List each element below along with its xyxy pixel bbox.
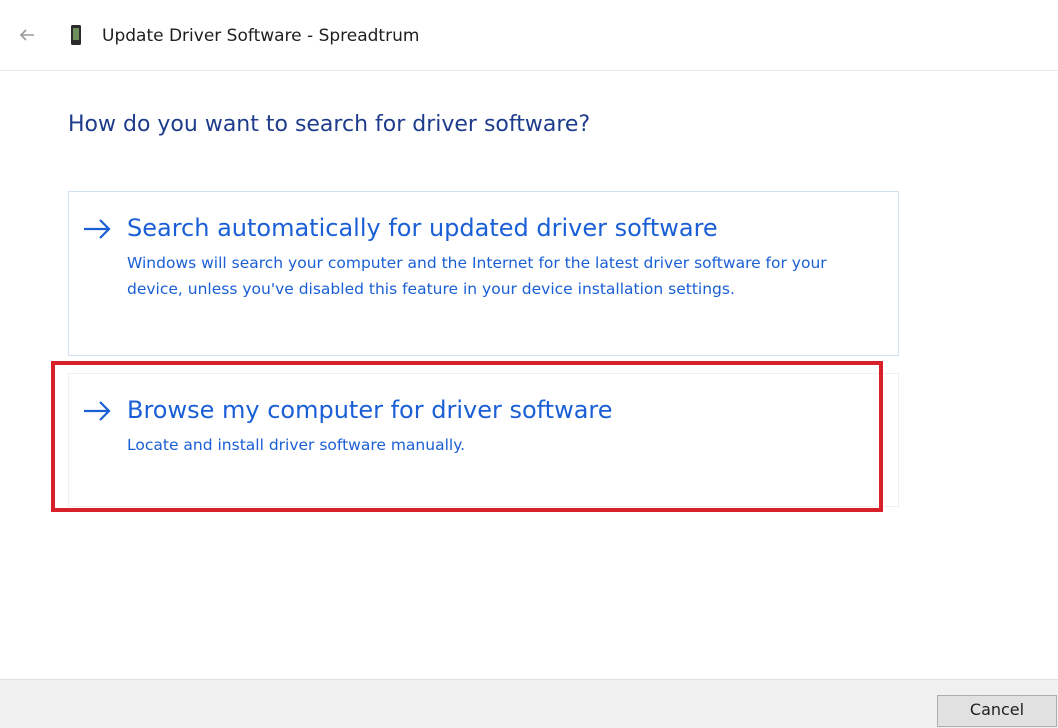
dialog-footer [0, 679, 1058, 728]
arrow-right-icon [84, 401, 111, 421]
cancel-button[interactable]: Cancel [937, 695, 1057, 727]
arrow-right-icon [84, 219, 111, 239]
option-title: Browse my computer for driver software [127, 396, 613, 424]
option-description: Windows will search your computer and th… [127, 254, 827, 298]
window-title: Update Driver Software - Spreadtrum [102, 26, 420, 46]
device-icon [71, 25, 81, 45]
option-description: Locate and install driver software manua… [127, 436, 466, 454]
back-arrow-icon [19, 29, 34, 41]
update-driver-window: Update Driver Software - Spreadtrum How … [0, 0, 1058, 728]
option-title: Search automatically for updated driver … [127, 214, 718, 242]
page-heading: How do you want to search for driver sof… [68, 112, 591, 137]
back-button[interactable] [14, 24, 40, 48]
title-bar: Update Driver Software - Spreadtrum [0, 0, 1058, 71]
search-automatically-option[interactable]: Search automatically for updated driver … [68, 191, 899, 356]
browse-computer-option[interactable]: Browse my computer for driver software L… [68, 373, 899, 507]
